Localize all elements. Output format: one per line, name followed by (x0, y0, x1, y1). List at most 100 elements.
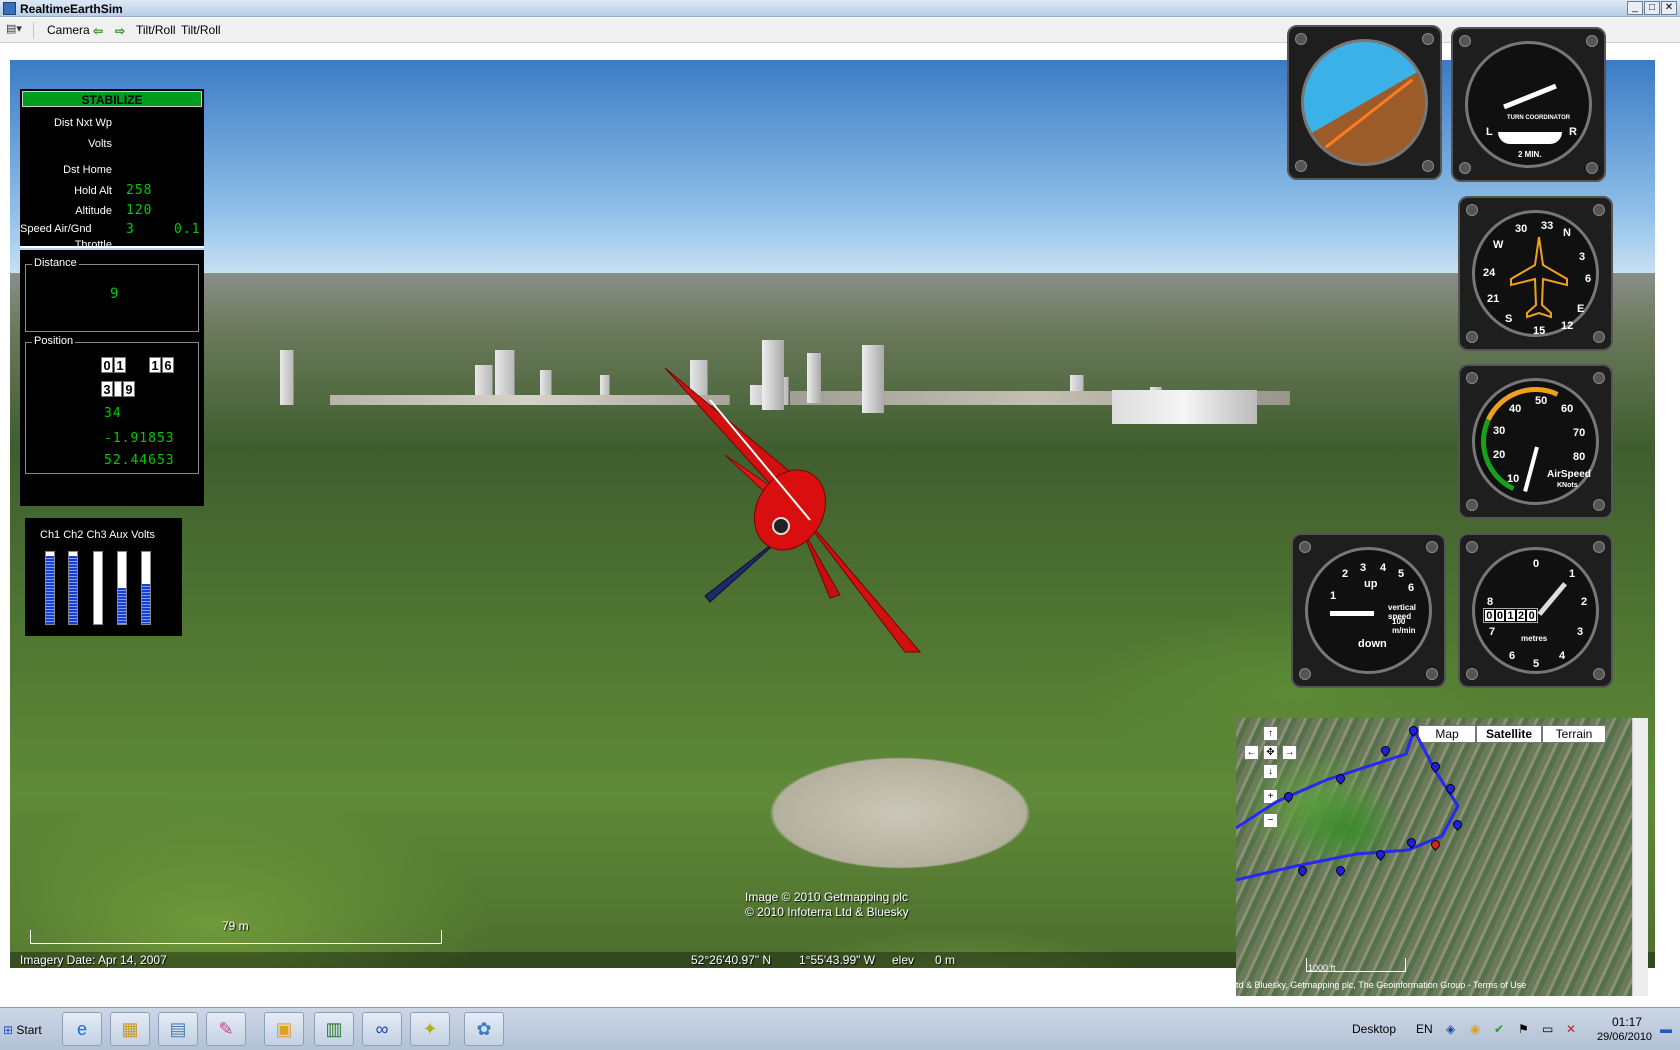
vsi-tick: 4 (1380, 562, 1387, 574)
position-digit: 0 (101, 357, 113, 373)
altimeter-digit: 0 (1485, 610, 1494, 622)
altimeter-tick: 0 (1533, 558, 1540, 570)
altimeter-tick: 4 (1559, 650, 1566, 662)
vsi-dial: 2 3 4 5 6 1 up down vertical speed 100 m… (1305, 547, 1432, 674)
altimeter-tick: 6 (1509, 650, 1516, 662)
position-line1: 34 (104, 406, 122, 421)
elev-label: elev (892, 953, 915, 967)
tray-security-icon[interactable]: ✔ (1494, 1022, 1504, 1036)
horizon-dial (1301, 39, 1428, 166)
tilt-roll-button-1[interactable]: Tilt/Roll (136, 23, 176, 37)
minimize-button[interactable]: _ (1627, 1, 1643, 15)
altimeter-tick: 3 (1577, 626, 1584, 638)
airspeed-tick: 30 (1493, 425, 1506, 437)
altitude-label: Altitude (75, 205, 112, 217)
speed-gnd-value: 0.1 (174, 222, 201, 237)
vertical-speed-indicator: 2 3 4 5 6 1 up down vertical speed 100 m… (1291, 533, 1446, 688)
airspeed-tick: 70 (1573, 427, 1586, 439)
heading-indicator: N 3 6 E 12 15 S 21 24 W 30 33 (1458, 196, 1613, 351)
show-desktop-icon[interactable]: ▬ (1660, 1022, 1672, 1036)
realtime-earth-sim-icon[interactable]: ✦ (410, 1012, 450, 1046)
altimeter-digit: 1 (1506, 610, 1515, 622)
heading-mark: W (1493, 239, 1504, 251)
attitude-indicator (1287, 25, 1442, 180)
tray-volume-icon[interactable]: ✕ (1566, 1022, 1576, 1036)
folder-icon[interactable]: ▦ (110, 1012, 150, 1046)
internet-explorer-icon[interactable]: e (62, 1012, 102, 1046)
map-copyright: td & Bluesky, Getmapping plc, The Geoinf… (1236, 980, 1527, 990)
altimeter-tick: 8 (1487, 596, 1494, 608)
mission-planner-icon[interactable]: ▥ (314, 1012, 354, 1046)
vsi-tick: 5 (1398, 568, 1405, 580)
airspeed-unit: KNots (1557, 482, 1578, 489)
channel-bars-panel: Ch1 Ch2 Ch3 Aux Volts (25, 518, 182, 636)
airspeed-tick: 10 (1507, 473, 1520, 485)
turn-coordinator-title: TURN COORDINATOR (1507, 115, 1571, 121)
heading-mark: 3 (1579, 251, 1586, 263)
imagery-date: Imagery Date: Apr 14, 2007 (20, 953, 167, 967)
start-button[interactable]: ⊞ Start (3, 1015, 55, 1045)
altimeter-tick: 2 (1581, 596, 1588, 608)
hold-alt-value: 258 (126, 183, 153, 198)
vsi-tick: 1 (1330, 590, 1337, 602)
altimeter-digit: 0 (1495, 610, 1505, 622)
position-legend: Position (32, 335, 76, 347)
map-widget[interactable]: Map Satellite Terrain ↑ ← ✥ → ↓ + − 1000… (1236, 718, 1648, 996)
distance-legend: Distance (32, 257, 79, 269)
tray-flag-icon[interactable]: ⚑ (1518, 1022, 1529, 1036)
distance-value: 9 (110, 286, 119, 302)
heading-airplane-icon (1510, 236, 1568, 319)
tilt-roll-button-2[interactable]: Tilt/Roll (181, 23, 221, 37)
language-indicator[interactable]: EN (1416, 1022, 1433, 1036)
app-tool-icon[interactable]: ✎ (206, 1012, 246, 1046)
altimeter-tick: 5 (1533, 658, 1540, 670)
notepad-icon[interactable]: ▤ (158, 1012, 198, 1046)
tray-shield-icon[interactable]: ◈ (1446, 1022, 1455, 1036)
start-label: Start (16, 1023, 42, 1037)
airspeed-indicator: 10 20 30 40 50 60 70 80 AirSpeed KNots (1458, 364, 1613, 519)
dst-home-label: Dst Home (63, 164, 112, 176)
heading-dial: N 3 6 E 12 15 S 21 24 W 30 33 (1472, 210, 1599, 337)
heading-mark: 6 (1585, 273, 1592, 285)
speed-label: Speed Air/Gnd (20, 223, 92, 235)
maximize-button[interactable]: □ (1644, 1, 1660, 15)
heading-mark: E (1577, 303, 1585, 315)
turn-right-label: R (1569, 126, 1577, 138)
infinity-app-icon[interactable]: ∞ (362, 1012, 402, 1046)
vsi-tick: 3 (1360, 562, 1367, 574)
turn-coordinator: TURN COORDINATOR L R 2 MIN. (1451, 27, 1606, 182)
vsi-tick: 6 (1408, 582, 1415, 594)
clock-time[interactable]: 01:17 (1612, 1015, 1642, 1029)
airspeed-label: AirSpeed (1547, 469, 1591, 480)
camera-button[interactable]: Camera (47, 23, 90, 37)
paint-icon[interactable]: ▣ (264, 1012, 304, 1046)
inclinometer (1498, 132, 1562, 144)
flight-mode-badge: STABILIZE (22, 91, 202, 107)
large-building (1112, 390, 1257, 424)
map-scrollbar[interactable] (1632, 718, 1648, 996)
view-dropdown[interactable]: ▤▾ (6, 22, 34, 39)
position-digit: 3 (101, 381, 113, 397)
altimeter-unit: metres (1521, 634, 1548, 643)
vsi-up-label: up (1364, 578, 1378, 590)
hud-status-panel: STABILIZE Dist Nxt Wp Volts Dst Home Hol… (20, 89, 204, 248)
aircraft-model (664, 367, 922, 653)
tray-network-icon[interactable]: ▭ (1542, 1022, 1553, 1036)
channel-bar (117, 551, 127, 625)
channel-bar (68, 551, 78, 625)
channel-bar (141, 551, 151, 625)
tray-app-icon[interactable]: ◉ (1470, 1022, 1480, 1036)
copyright-text-2: © 2010 Infoterra Ltd & Bluesky (745, 905, 909, 919)
palette-icon[interactable]: ✿ (464, 1012, 504, 1046)
clock-date[interactable]: 29/06/2010 (1597, 1031, 1652, 1043)
altimeter: 0 1 2 3 4 5 6 7 8 0 0 1 2 0 metres (1458, 533, 1613, 688)
throttle-label: Throttle (74, 239, 112, 246)
heading-mark: 30 (1515, 223, 1528, 235)
channels-header: Ch1 Ch2 Ch3 Aux Volts (40, 529, 155, 541)
vsi-down-label: down (1358, 638, 1387, 650)
back-arrow-icon[interactable]: ⇦ (93, 24, 103, 38)
desktop-toolbar-label[interactable]: Desktop (1352, 1022, 1396, 1036)
forward-arrow-icon[interactable]: ⇨ (115, 24, 125, 38)
close-button[interactable]: ✕ (1661, 1, 1677, 15)
volts-label: Volts (88, 138, 112, 150)
